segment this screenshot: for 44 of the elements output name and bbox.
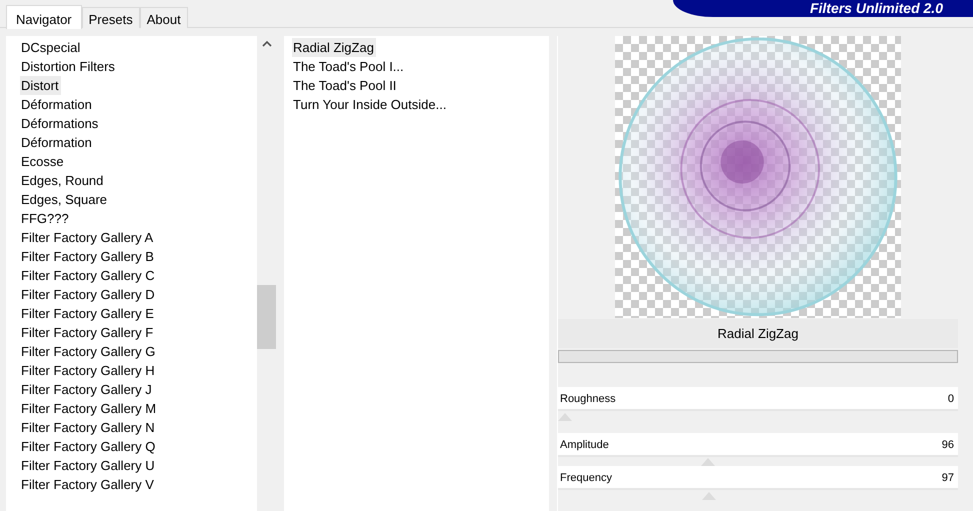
filter-item[interactable]: The Toad's Pool II [292,76,398,95]
filter-title: Radial ZigZag [558,318,958,348]
scroll-up-icon[interactable] [262,40,272,47]
category-item[interactable]: FFG??? [20,209,71,228]
slider-track[interactable] [558,488,958,500]
scrollbar-thumb[interactable] [257,285,276,349]
category-item[interactable]: Filter Factory Gallery B [20,247,156,266]
category-item[interactable]: Distortion Filters [20,57,117,76]
slider-label: Frequency [560,472,612,484]
filter-item[interactable]: Turn Your Inside Outside... [292,95,448,114]
category-item[interactable]: Déformation [20,95,94,114]
slider-value: 97 [942,472,955,484]
category-item[interactable]: Filter Factory Gallery A [20,228,156,247]
category-item[interactable]: Filter Factory Gallery J [20,380,154,399]
category-item[interactable]: Filter Factory Gallery N [20,418,157,437]
category-item[interactable]: Déformations [20,114,100,133]
slider-label: Roughness [560,393,616,406]
category-item[interactable]: Filter Factory Gallery F [20,323,156,342]
category-item[interactable]: Filter Factory Gallery U [20,456,157,475]
category-item[interactable]: Edges, Round [20,171,106,190]
slider-value: 0 [948,393,955,406]
filter-item[interactable]: Radial ZigZag [292,38,376,57]
category-item[interactable]: Filter Factory Gallery D [20,285,157,304]
slider-label: Amplitude [560,438,609,451]
tab[interactable]: Navigator [6,5,82,29]
category-item[interactable]: Filter Factory Gallery H [20,361,157,380]
tab[interactable]: Presets [82,7,140,28]
category-item[interactable]: Filter Factory Gallery V [20,475,156,494]
category-item[interactable]: Filter Factory Gallery M [20,399,158,418]
category-item[interactable]: DCspecial [20,38,82,57]
slider-track[interactable] [558,409,958,421]
logo-banner: Filters Unlimited 2.0 [673,0,973,17]
category-item[interactable]: Ecosse [20,152,66,171]
category-item[interactable]: Filter Factory Gallery E [20,304,156,323]
category-item[interactable]: Déformation [20,133,94,152]
category-item[interactable]: Distort [20,76,61,95]
filter-item[interactable]: The Toad's Pool I... [292,57,406,76]
category-item[interactable]: Filter Factory Gallery C [20,266,157,285]
category-item[interactable]: Filter Factory Gallery G [20,342,158,361]
category-item[interactable]: Filter Factory Gallery Q [20,437,158,456]
slider-thumb[interactable] [558,412,572,421]
tab[interactable]: About [140,7,188,28]
slider-value: 96 [942,438,955,451]
category-item[interactable]: Edges, Square [20,190,110,209]
